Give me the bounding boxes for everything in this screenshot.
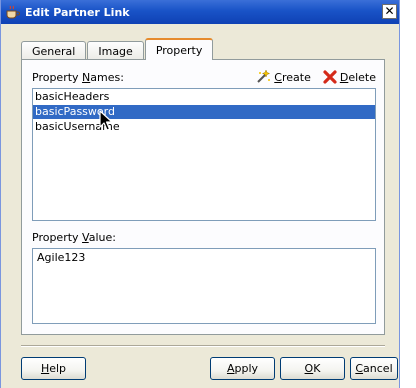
property-panel: Property Names: Create Delete basicHeade…	[21, 59, 385, 335]
apply-button[interactable]: Apply	[210, 357, 275, 380]
list-actions: Create Delete	[255, 69, 376, 85]
ok-button[interactable]: OK	[280, 357, 345, 380]
create-button[interactable]: Create	[255, 69, 311, 85]
list-item[interactable]: basicUsername	[33, 120, 375, 134]
close-icon: ✕	[384, 4, 395, 18]
property-value-label: Property Value:	[32, 231, 116, 244]
property-names-label: Property Names:	[32, 71, 124, 84]
coffee-cup-icon	[5, 5, 21, 19]
title-bar[interactable]: Edit Partner Link ✕	[1, 0, 399, 24]
mouse-cursor-icon	[99, 110, 113, 131]
tab-image[interactable]: Image	[87, 41, 144, 60]
button-divider	[21, 345, 385, 347]
property-names-list[interactable]: basicHeaders basicPassword basicUsername	[32, 88, 376, 221]
sparkle-wand-icon	[257, 69, 271, 83]
delete-button[interactable]: Delete	[323, 70, 376, 84]
property-value-field[interactable]: Agile123	[32, 248, 376, 324]
close-button[interactable]: ✕	[382, 4, 397, 19]
tab-strip: General Image Property	[21, 38, 214, 60]
list-item[interactable]: basicHeaders	[33, 90, 375, 104]
window-title: Edit Partner Link	[25, 5, 130, 19]
help-button[interactable]: Help	[21, 357, 86, 380]
tab-property[interactable]: Property	[144, 38, 214, 60]
list-item[interactable]: basicPassword	[33, 105, 375, 119]
red-x-icon	[323, 70, 337, 84]
cancel-button[interactable]: Cancel	[350, 357, 398, 380]
dialog-window: Edit Partner Link ✕ General Image Proper…	[0, 0, 400, 388]
tab-general[interactable]: General	[21, 41, 87, 60]
